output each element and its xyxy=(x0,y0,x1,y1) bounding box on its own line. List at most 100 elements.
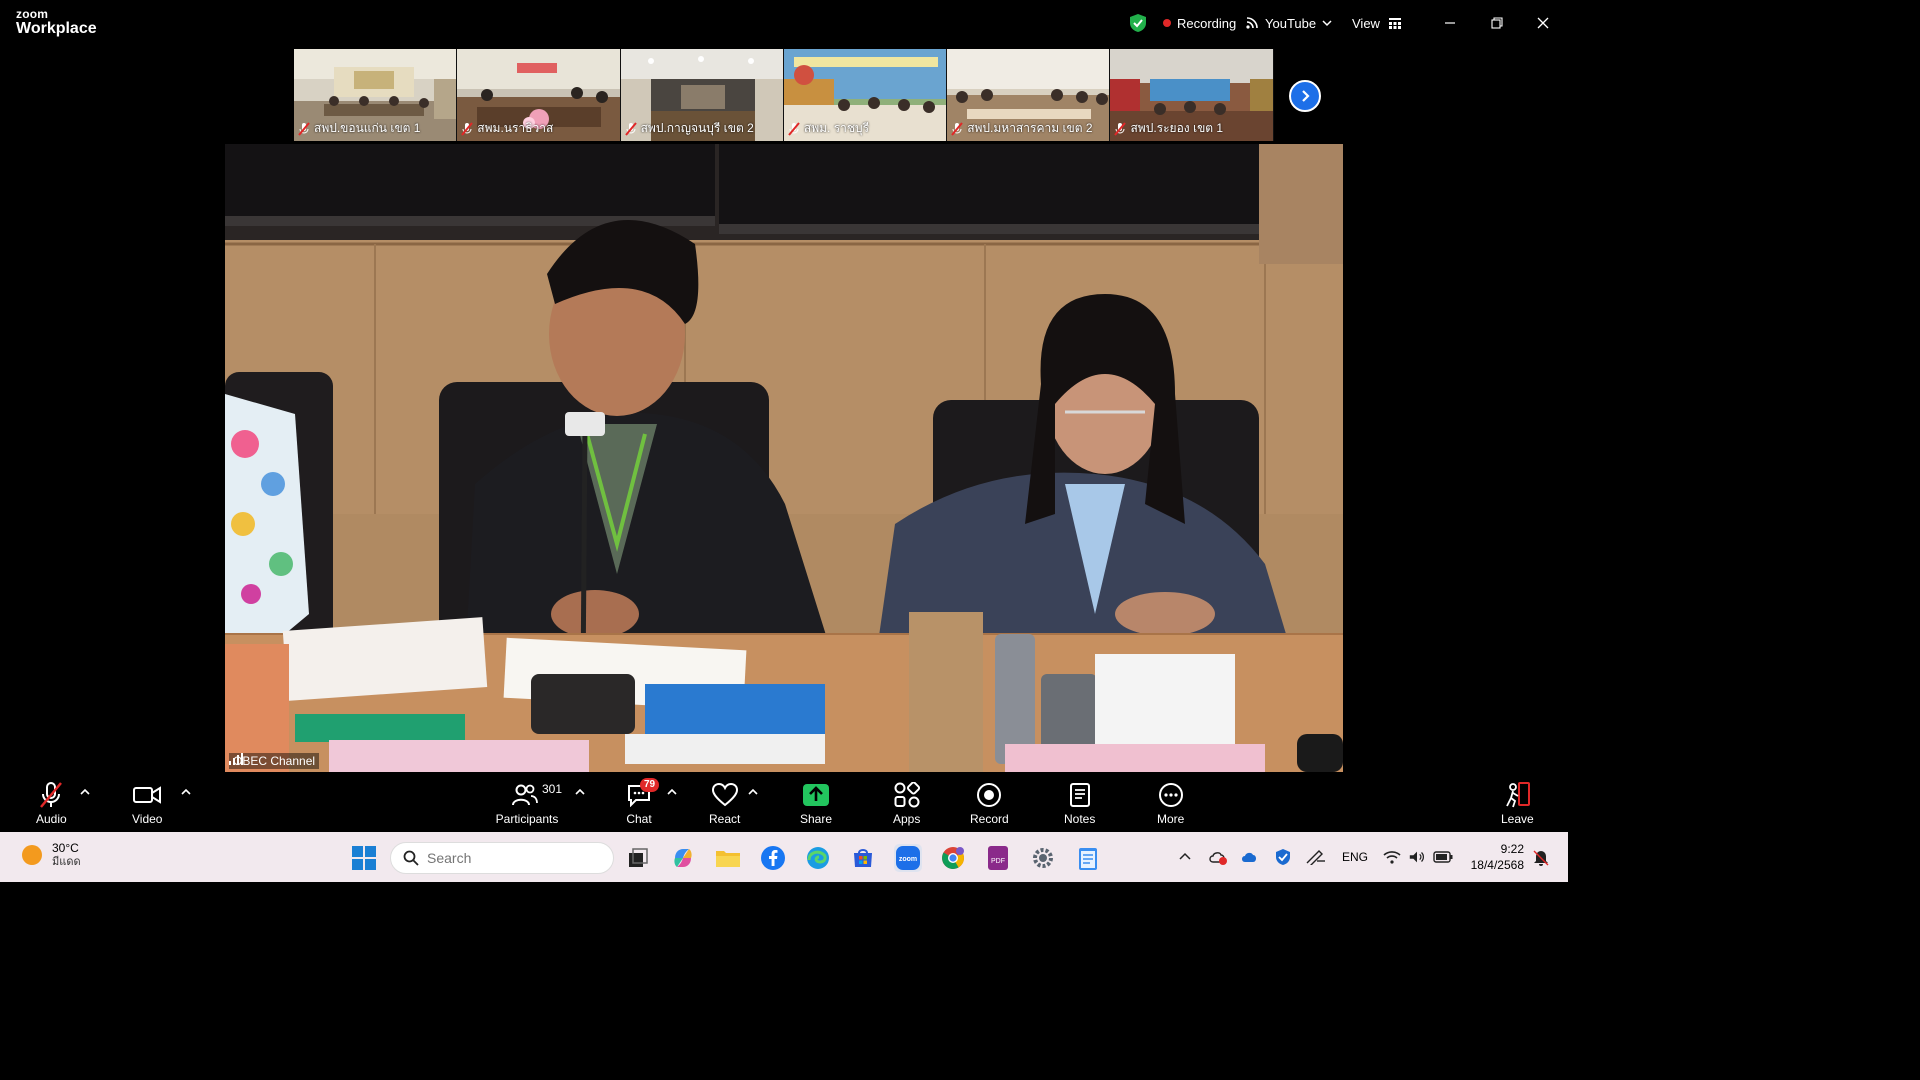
camera-icon xyxy=(133,786,162,804)
search-input[interactable] xyxy=(427,850,587,866)
thumbnail-label: สพป.กาญจนบุรี เขต 2 xyxy=(624,119,754,138)
video-frame xyxy=(225,144,1343,772)
sun-icon xyxy=(22,845,42,865)
chrome-browser-icon[interactable] xyxy=(939,844,967,872)
recording-indicator[interactable]: Recording xyxy=(1163,12,1236,34)
participants-options-chevron-icon[interactable] xyxy=(575,788,585,799)
more-ellipsis-icon xyxy=(1158,783,1183,807)
more-label: More xyxy=(1157,812,1185,826)
audio-options-chevron-icon[interactable] xyxy=(80,788,90,799)
react-label: React xyxy=(709,812,741,826)
participant-name-tag: OBEC Channel xyxy=(229,753,320,769)
restore-button[interactable] xyxy=(1486,12,1508,34)
temperature: 30°C xyxy=(52,841,79,855)
tray-chevron-up-icon[interactable] xyxy=(1177,848,1193,864)
brand-large: Workplace xyxy=(16,20,97,37)
clock-date: 18/4/2568 xyxy=(1470,858,1524,872)
pen-tablet-icon[interactable] xyxy=(1305,848,1327,866)
video-button[interactable]: Video xyxy=(132,780,162,826)
taskbar-search-box[interactable] xyxy=(390,842,614,874)
participant-thumbnail[interactable]: สพป.กาญจนบุรี เขต 2 xyxy=(620,49,784,141)
weather-widget[interactable]: 30°C มีแดด xyxy=(22,841,81,869)
edge-browser-icon[interactable] xyxy=(804,844,832,872)
os-taskbar: 30°C มีแดด zoom xyxy=(0,832,1568,882)
minimize-button[interactable] xyxy=(1439,12,1461,34)
record-button[interactable]: Record xyxy=(970,780,1009,826)
participants-label: Participants xyxy=(495,812,559,826)
encryption-shield-icon[interactable] xyxy=(1128,12,1148,34)
file-explorer-icon[interactable] xyxy=(714,844,742,872)
participant-thumbnail[interactable]: สพป.ขอนแก่น เขต 1 xyxy=(294,49,458,141)
thumbnail-label: สพม. ราชบุรี xyxy=(788,119,869,138)
audio-button[interactable]: Audio xyxy=(36,780,67,826)
active-speaker-video[interactable]: OBEC Channel xyxy=(225,144,1343,772)
participant-thumbnail[interactable]: สพป.มหาสารคาม เขต 2 xyxy=(947,49,1111,141)
leave-button[interactable]: Leave xyxy=(1501,780,1534,826)
recording-label: Recording xyxy=(1177,15,1237,31)
copilot-icon[interactable] xyxy=(669,844,697,872)
security-shield-icon[interactable] xyxy=(1273,848,1293,866)
share-screen-button[interactable]: Share xyxy=(800,780,832,826)
video-label: Video xyxy=(132,812,163,826)
muted-mic-icon xyxy=(951,121,963,136)
zoom-app-icon[interactable]: zoom xyxy=(894,844,922,872)
notes-button[interactable]: Notes xyxy=(1064,780,1095,826)
thumbnail-label: สพป.ระยอง เขต 1 xyxy=(1114,119,1223,138)
thumbnail-name: สพป.ขอนแก่น เขต 1 xyxy=(314,121,421,135)
microsoft-store-icon[interactable] xyxy=(849,844,877,872)
cloud-error-icon[interactable] xyxy=(1208,848,1228,866)
notes-icon xyxy=(1069,783,1090,807)
chat-label: Chat xyxy=(626,812,652,826)
input-language-indicator[interactable]: ENG xyxy=(1340,848,1370,866)
wifi-icon[interactable] xyxy=(1383,848,1401,866)
notification-bell-icon[interactable] xyxy=(1532,848,1550,866)
pdf-app-icon[interactable]: PDF xyxy=(984,844,1012,872)
battery-icon[interactable] xyxy=(1433,848,1453,866)
facebook-icon[interactable] xyxy=(759,844,787,872)
settings-gear-icon[interactable] xyxy=(1029,844,1057,872)
thumbnail-name: สพป.ระยอง เขต 1 xyxy=(1130,121,1224,135)
more-button[interactable]: More xyxy=(1157,780,1184,826)
recording-dot-icon xyxy=(1163,19,1171,27)
muted-mic-icon xyxy=(461,121,474,136)
brand-small: zoom xyxy=(16,7,49,21)
participant-name: OBEC Channel xyxy=(233,754,316,768)
close-icon xyxy=(1537,17,1549,29)
chat-options-chevron-icon[interactable] xyxy=(667,788,677,799)
close-button[interactable] xyxy=(1532,12,1554,34)
leave-label: Leave xyxy=(1501,812,1534,826)
apps-button[interactable]: Apps xyxy=(893,780,920,826)
signal-strength-icon xyxy=(229,753,243,765)
language-label: ENG xyxy=(1341,850,1368,864)
view-button[interactable]: View xyxy=(1352,12,1402,34)
broadcast-icon xyxy=(1246,17,1258,29)
react-button[interactable]: React xyxy=(709,780,740,826)
livestream-youtube-button[interactable]: YouTube xyxy=(1245,12,1332,34)
participant-thumbnail[interactable]: สพม.นราธิวาส xyxy=(457,49,621,141)
participants-button[interactable]: 301 Participants xyxy=(492,780,562,826)
onedrive-icon[interactable] xyxy=(1240,848,1260,866)
thumbnail-name: สพป.กาญจนบุรี เขต 2 xyxy=(640,121,754,135)
participant-thumbnail[interactable]: สพม. ราชบุรี xyxy=(783,49,948,141)
clock-time: 9:22 xyxy=(1500,842,1524,856)
thumbnail-name: สพม. ราชบุรี xyxy=(803,121,870,135)
title-bar: zoom Workplace Recording YouTube View xyxy=(0,0,1568,46)
speaker-volume-icon[interactable] xyxy=(1408,848,1426,866)
next-page-button[interactable] xyxy=(1289,80,1321,112)
audio-label: Audio xyxy=(36,812,67,826)
start-button-windows-icon[interactable] xyxy=(352,846,376,870)
video-options-chevron-icon[interactable] xyxy=(181,788,191,799)
record-icon xyxy=(977,783,1002,807)
thumbnail-label: สพป.มหาสารคาม เขต 2 xyxy=(951,119,1093,138)
svg-text:PDF: PDF xyxy=(991,858,1005,865)
minimize-icon xyxy=(1445,22,1455,24)
task-view-icon[interactable] xyxy=(624,844,652,872)
participants-count: 301 xyxy=(542,782,563,796)
youtube-label: YouTube xyxy=(1265,15,1317,31)
react-options-chevron-icon[interactable] xyxy=(748,788,758,799)
participant-thumbnail[interactable]: สพป.ระยอง เขต 1 xyxy=(1110,49,1274,141)
system-clock[interactable]: 9:22 18/4/2568 xyxy=(1462,841,1524,873)
muted-microphone-icon xyxy=(40,782,63,808)
notepad-icon[interactable] xyxy=(1074,844,1102,872)
chat-button[interactable]: 79 Chat xyxy=(624,778,660,826)
